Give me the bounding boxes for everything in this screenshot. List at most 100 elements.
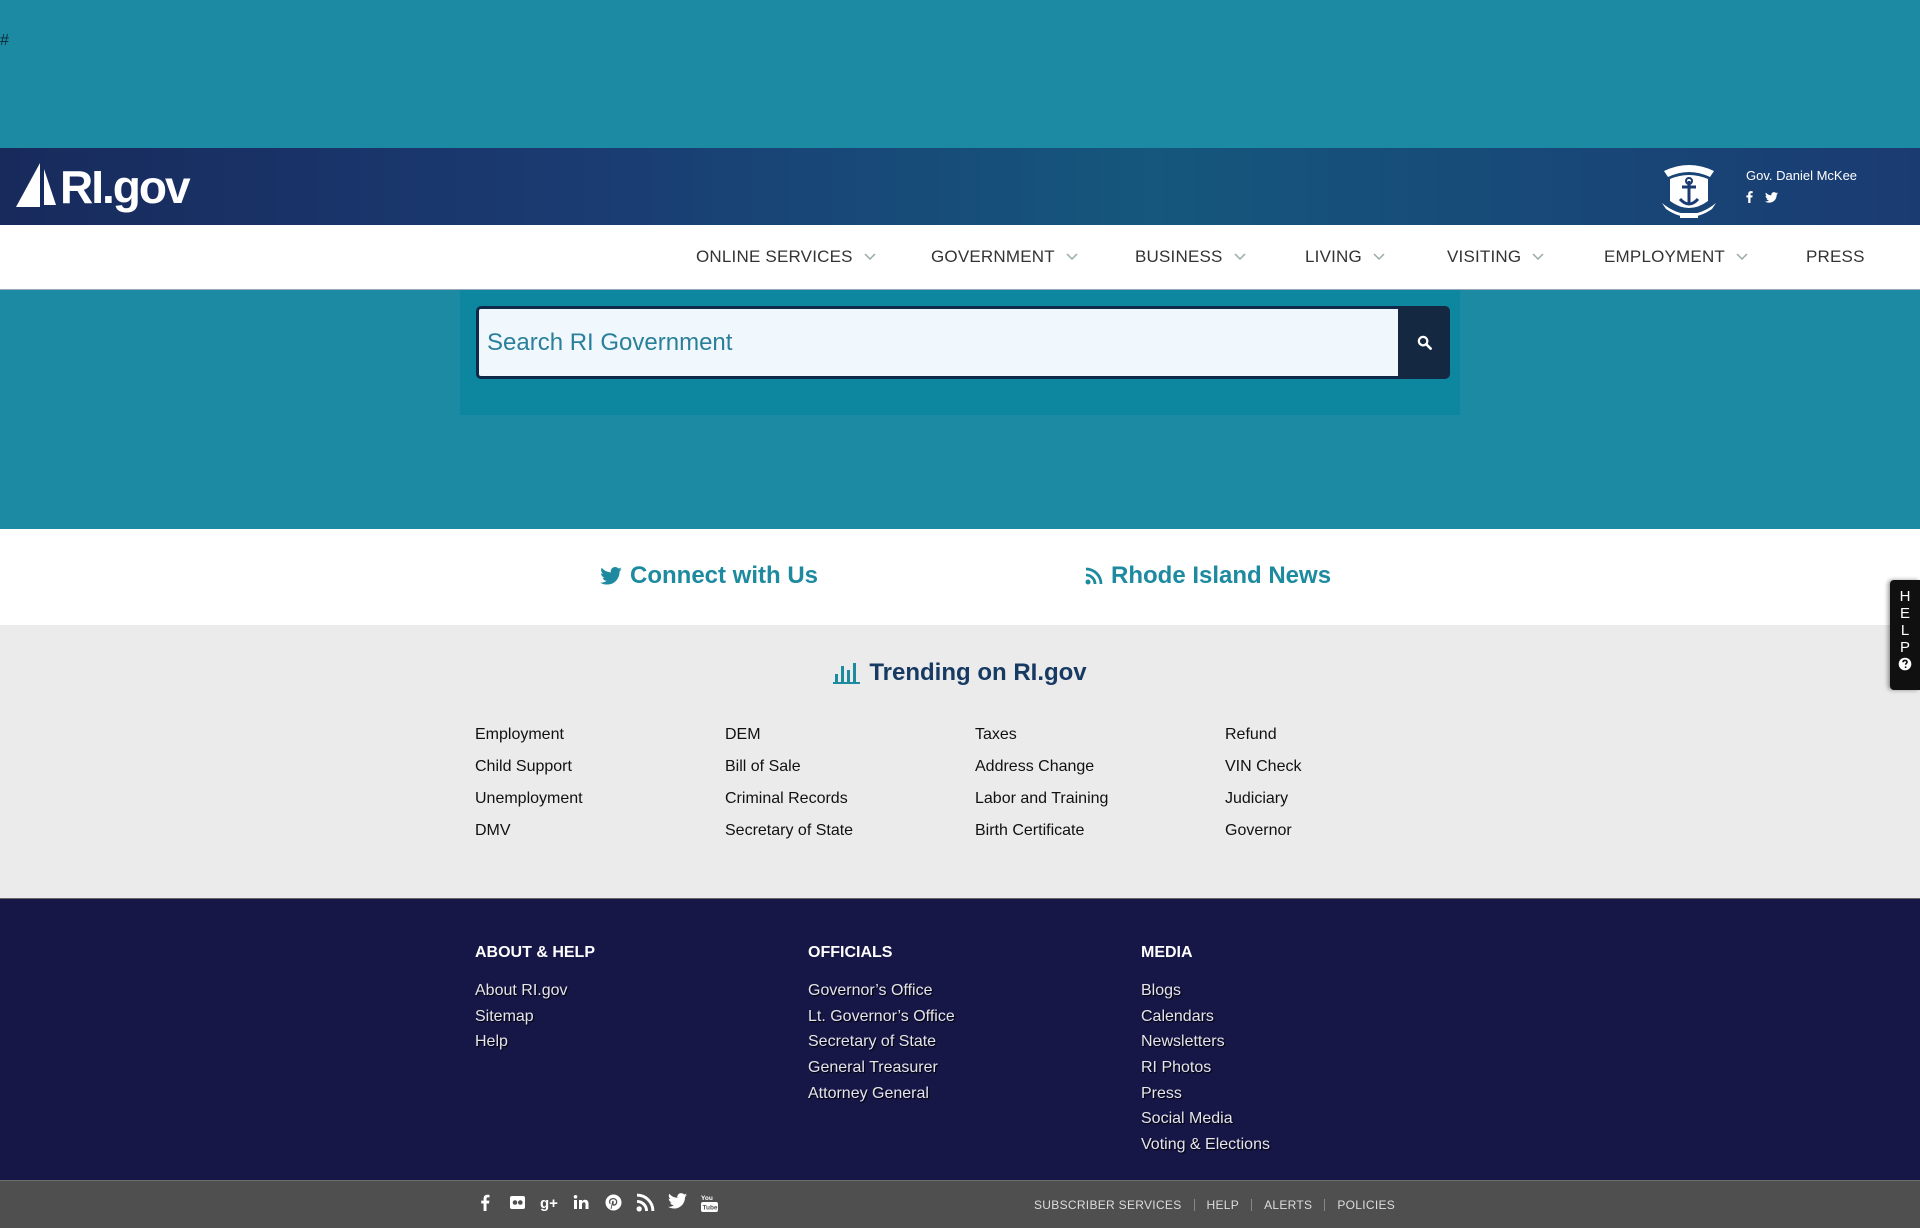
trending-link[interactable]: Address Change [975,758,1225,790]
footer-about-column: ABOUT & HELP About RI.gov Sitemap Help [475,944,595,1059]
twitter-icon [600,567,622,585]
youtube-icon[interactable]: You Tube [700,1193,719,1212]
help-letter: H [1899,588,1911,605]
search-box [476,306,1398,379]
logo-text: RI.gov [60,161,191,213]
flickr-icon[interactable] [508,1193,527,1212]
rigov-logo[interactable]: RI.gov [14,160,191,214]
state-seal-icon [1662,165,1716,218]
trending-link[interactable]: Secretary of State [725,822,975,854]
trending-link[interactable]: Birth Certificate [975,822,1225,854]
svg-text:You: You [701,1195,713,1202]
trending-link[interactable]: Taxes [975,726,1225,758]
trending-link[interactable]: Criminal Records [725,790,975,822]
governor-name[interactable]: Gov. Daniel McKee [1746,168,1857,183]
google-plus-icon[interactable]: g+ [540,1193,559,1212]
footer-link[interactable]: Lt. Governor’s Office [808,1008,955,1034]
divider [1251,1199,1253,1211]
footer-link[interactable]: Press [1141,1085,1270,1111]
alerts-link[interactable]: ALERTS [1264,1198,1312,1212]
trending-link[interactable]: DMV [475,822,725,854]
trending-title: Trending on RI.gov [0,659,1920,687]
nav-label: BUSINESS [1135,247,1223,266]
divider [1193,1199,1195,1211]
trending-link[interactable]: Judiciary [1225,790,1475,822]
chevron-down-icon [1234,253,1246,261]
policies-link[interactable]: POLICIES [1337,1198,1395,1212]
nav-online-services[interactable]: ONLINE SERVICES [696,225,877,289]
chevron-down-icon [1066,253,1078,261]
footer-link[interactable]: Voting & Elections [1141,1136,1270,1162]
utility-links: SUBSCRIBER SERVICES HELP ALERTS POLICIES [1034,1198,1395,1212]
nav-press[interactable]: PRESS [1806,225,1865,289]
trending-column: Refund VIN Check Judiciary Governor [1225,726,1475,854]
footer-link[interactable]: RI Photos [1141,1059,1270,1085]
search-input[interactable] [487,328,1398,357]
trending-column: DEM Bill of Sale Criminal Records Secret… [725,726,975,854]
nav-business[interactable]: BUSINESS [1135,225,1247,289]
svg-text:Tube: Tube [703,1205,718,1212]
trending-link[interactable]: Employment [475,726,725,758]
twitter-icon[interactable] [1765,191,1778,206]
footer-link[interactable]: Help [475,1033,595,1059]
footer-heading: ABOUT & HELP [475,944,595,961]
social-icons: g+ You Tube [476,1193,719,1212]
nav-label: LIVING [1305,247,1362,266]
pinterest-icon[interactable] [604,1193,623,1212]
footer-link[interactable]: Newsletters [1141,1033,1270,1059]
search-button[interactable] [1398,306,1450,379]
footer-link[interactable]: Attorney General [808,1085,955,1111]
connect-row: Connect with Us Rhode Island News [0,529,1920,625]
trending-link[interactable]: Child Support [475,758,725,790]
trending-link[interactable]: Bill of Sale [725,758,975,790]
footer-link[interactable]: Governor’s Office [808,982,955,1008]
footer-link[interactable]: Social Media [1141,1110,1270,1136]
footer-link[interactable]: Secretary of State [808,1033,955,1059]
subscriber-services-link[interactable]: SUBSCRIBER SERVICES [1034,1198,1182,1212]
nav-label: VISITING [1447,247,1522,266]
divider [1324,1199,1326,1211]
bottom-bar: g+ You Tube SUBSCRIBER SERVICES HELP ALER… [0,1180,1920,1228]
connect-label: Connect with Us [630,562,819,589]
site-header: RI.gov Gov. Daniel McKee [0,148,1920,225]
nav-label: GOVERNMENT [931,247,1055,266]
chevron-down-icon [1373,253,1385,261]
trending-link[interactable]: Refund [1225,726,1475,758]
trending-link[interactable]: Labor and Training [975,790,1225,822]
footer-link[interactable]: Calendars [1141,1008,1270,1034]
hash-link[interactable]: # [0,32,9,50]
linkedin-icon[interactable] [572,1193,591,1212]
chevron-down-icon [1532,253,1544,261]
question-circle-icon [1898,657,1912,671]
footer-link[interactable]: Blogs [1141,982,1270,1008]
nav-visiting[interactable]: VISITING [1447,225,1545,289]
nav-government[interactable]: GOVERNMENT [931,225,1079,289]
footer-heading: OFFICIALS [808,944,893,961]
footer-link[interactable]: General Treasurer [808,1059,955,1085]
bar-chart-icon [833,663,861,684]
search-icon [1417,335,1432,350]
nav-living[interactable]: LIVING [1305,225,1386,289]
trending-link[interactable]: DEM [725,726,975,758]
footer-heading: MEDIA [1141,944,1193,961]
facebook-icon[interactable] [476,1193,495,1212]
search-panel [460,290,1460,415]
help-letter: E [1899,605,1910,622]
rhode-island-news-link[interactable]: Rhode Island News [1085,562,1331,590]
footer-link[interactable]: About RI.gov [475,982,595,1008]
trending-column: Taxes Address Change Labor and Training … [975,726,1225,854]
site-footer: ABOUT & HELP About RI.gov Sitemap Help O… [0,898,1920,1180]
help-link[interactable]: HELP [1207,1198,1240,1212]
footer-link[interactable]: Sitemap [475,1008,595,1034]
rss-icon[interactable] [636,1193,655,1212]
connect-with-us-link[interactable]: Connect with Us [600,562,818,590]
facebook-icon[interactable] [1746,191,1753,206]
help-tab[interactable]: H E L P [1890,580,1920,690]
svg-text:g+: g+ [540,1195,558,1212]
trending-link[interactable]: Unemployment [475,790,725,822]
twitter-icon[interactable] [668,1193,687,1212]
footer-media-column: MEDIA Blogs Calendars Newsletters RI Pho… [1141,944,1270,1162]
nav-employment[interactable]: EMPLOYMENT [1604,225,1749,289]
trending-link[interactable]: VIN Check [1225,758,1475,790]
trending-link[interactable]: Governor [1225,822,1475,854]
